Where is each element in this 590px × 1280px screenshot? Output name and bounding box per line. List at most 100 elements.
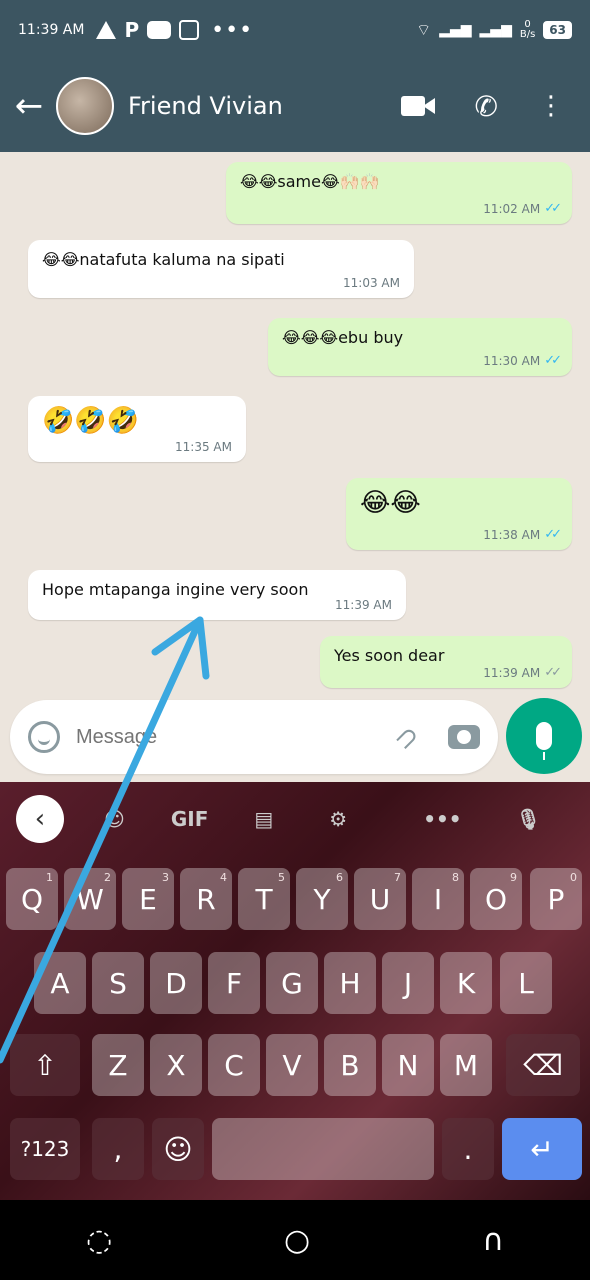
backspace-icon: ⌫ xyxy=(523,1048,563,1082)
key-k[interactable]: K xyxy=(440,952,492,1014)
recent-apps-icon[interactable]: ◌ xyxy=(86,1223,112,1258)
key-u[interactable]: U7 xyxy=(354,868,406,930)
key-r[interactable]: R4 xyxy=(180,868,232,930)
more-options-icon[interactable]: ⋮ xyxy=(538,93,564,119)
message-text: Hope mtapanga ingine very soon xyxy=(42,580,309,599)
emoji-key[interactable]: ☺ xyxy=(152,1118,204,1180)
key-l[interactable]: L xyxy=(500,952,552,1014)
home-icon[interactable]: ○ xyxy=(284,1223,310,1258)
notification-icons: P ••• xyxy=(96,18,253,43)
key-b[interactable]: B xyxy=(324,1034,376,1096)
settings-gear-icon[interactable]: ⚙ xyxy=(329,807,347,831)
key-t[interactable]: T5 xyxy=(238,868,290,930)
chevron-left-icon[interactable]: ‹ xyxy=(16,795,64,843)
key-label: Z xyxy=(108,1048,128,1082)
header-actions: ✆ ⋮ xyxy=(400,90,564,123)
key-label: . xyxy=(463,1132,473,1166)
message-bubble[interactable]: 😂😂 11:38 AM ✓✓ xyxy=(346,478,572,550)
key-label: Y xyxy=(313,882,331,916)
clipboard-icon[interactable]: ▤ xyxy=(254,807,273,831)
more-tools-icon[interactable]: ••• xyxy=(423,807,461,831)
gif-button[interactable]: GIF xyxy=(171,807,209,831)
backspace-key[interactable]: ⌫ xyxy=(506,1034,580,1096)
message-meta: 11:38 AM ✓✓ xyxy=(483,527,562,542)
message-text: 😂😂natafuta kaluma na sipati xyxy=(42,250,285,269)
key-label: E xyxy=(139,882,157,916)
attach-icon[interactable]: ⊃ xyxy=(386,717,426,757)
key-h[interactable]: H xyxy=(324,952,376,1014)
key-y[interactable]: Y6 xyxy=(296,868,348,930)
delivered-receipt-icon: ✓✓ xyxy=(544,665,562,680)
period-key[interactable]: . xyxy=(442,1118,494,1180)
key-hint: 8 xyxy=(452,871,459,884)
back-nav-icon[interactable]: ∩ xyxy=(482,1223,504,1258)
key-m[interactable]: M xyxy=(440,1034,492,1096)
key-d[interactable]: D xyxy=(150,952,202,1014)
message-bubble[interactable]: 🤣🤣🤣 11:35 AM xyxy=(28,396,246,462)
message-text: 😂😂same😂🙌🏻🙌🏻 xyxy=(240,172,380,191)
video-call-icon[interactable] xyxy=(400,95,435,117)
shift-key[interactable]: ⇧ xyxy=(10,1034,80,1096)
drive-icon xyxy=(96,21,117,39)
chat-header: ← Friend Vivian ✆ ⋮ xyxy=(0,60,590,152)
voice-call-icon[interactable]: ✆ xyxy=(475,90,498,123)
system-nav-bar: ◌ ○ ∩ xyxy=(0,1200,590,1280)
key-hint: 2 xyxy=(104,871,111,884)
contact-name[interactable]: Friend Vivian xyxy=(128,92,283,120)
key-c[interactable]: C xyxy=(208,1034,260,1096)
message-bubble[interactable]: Yes soon dear 11:39 AM ✓✓ xyxy=(320,636,572,688)
voice-record-button[interactable] xyxy=(506,698,582,774)
instagram-icon xyxy=(179,20,200,40)
key-hint: 4 xyxy=(220,871,227,884)
network-speed-unit: B/s xyxy=(519,29,536,40)
key-j[interactable]: J xyxy=(382,952,434,1014)
key-hint: 9 xyxy=(510,871,517,884)
network-speed: 0 B/s xyxy=(520,20,535,40)
message-bubble[interactable]: Hope mtapanga ingine very soon 11:39 AM xyxy=(28,570,406,620)
key-n[interactable]: N xyxy=(382,1034,434,1096)
camera-icon[interactable] xyxy=(448,725,480,749)
signal-2-icon: ▂▄▆ xyxy=(479,22,512,38)
sticker-icon[interactable]: ☺ xyxy=(104,807,125,831)
key-z[interactable]: Z xyxy=(92,1034,144,1096)
key-f[interactable]: F xyxy=(208,952,260,1014)
comma-key[interactable]: , xyxy=(92,1118,144,1180)
space-key[interactable] xyxy=(212,1118,434,1180)
wifi-icon: ⌔ xyxy=(416,20,432,39)
symbols-key[interactable]: ?123 xyxy=(10,1118,80,1180)
key-w[interactable]: W2 xyxy=(64,868,116,930)
key-x[interactable]: X xyxy=(150,1034,202,1096)
message-bubble[interactable]: 😂😂natafuta kaluma na sipati 11:03 AM xyxy=(28,240,414,298)
message-bubble[interactable]: 😂😂same😂🙌🏻🙌🏻 11:02 AM ✓✓ xyxy=(226,162,572,224)
key-v[interactable]: V xyxy=(266,1034,318,1096)
key-label: S xyxy=(109,966,127,1000)
key-s[interactable]: S xyxy=(92,952,144,1014)
key-a[interactable]: A xyxy=(34,952,86,1014)
message-input[interactable] xyxy=(76,725,395,749)
read-receipt-icon: ✓✓ xyxy=(544,201,562,216)
key-i[interactable]: I8 xyxy=(412,868,464,930)
key-p[interactable]: P0 xyxy=(530,868,582,930)
key-label: H xyxy=(339,966,361,1000)
key-hint: 7 xyxy=(394,871,401,884)
message-bubble[interactable]: 😂😂😂ebu buy 11:30 AM ✓✓ xyxy=(268,318,572,376)
keyboard-mic-icon[interactable]: 🎙 xyxy=(516,807,541,831)
enter-key[interactable]: ↵ xyxy=(502,1118,582,1180)
keyboard-toolbar: ‹ ☺ GIF ▤ ⚙ ••• 🎙 xyxy=(0,782,590,856)
key-label: U xyxy=(369,882,391,916)
key-o[interactable]: O9 xyxy=(470,868,522,930)
emoji-icon[interactable] xyxy=(28,721,60,753)
key-label: X xyxy=(166,1048,186,1082)
message-meta: 11:03 AM xyxy=(343,276,400,290)
key-hint: 0 xyxy=(570,871,577,884)
key-e[interactable]: E3 xyxy=(122,868,174,930)
chat-area[interactable]: 😂😂same😂🙌🏻🙌🏻 11:02 AM ✓✓ 😂😂natafuta kaluma… xyxy=(0,152,590,782)
signal-icon: ▂▄▆ xyxy=(439,22,472,38)
key-g[interactable]: G xyxy=(266,952,318,1014)
avatar[interactable] xyxy=(56,77,114,135)
message-text: 😂😂😂ebu buy xyxy=(282,328,404,347)
shift-icon: ⇧ xyxy=(33,1048,57,1082)
key-label: K xyxy=(456,966,476,1000)
key-q[interactable]: Q1 xyxy=(6,868,58,930)
back-arrow-icon[interactable]: ← xyxy=(12,86,46,126)
